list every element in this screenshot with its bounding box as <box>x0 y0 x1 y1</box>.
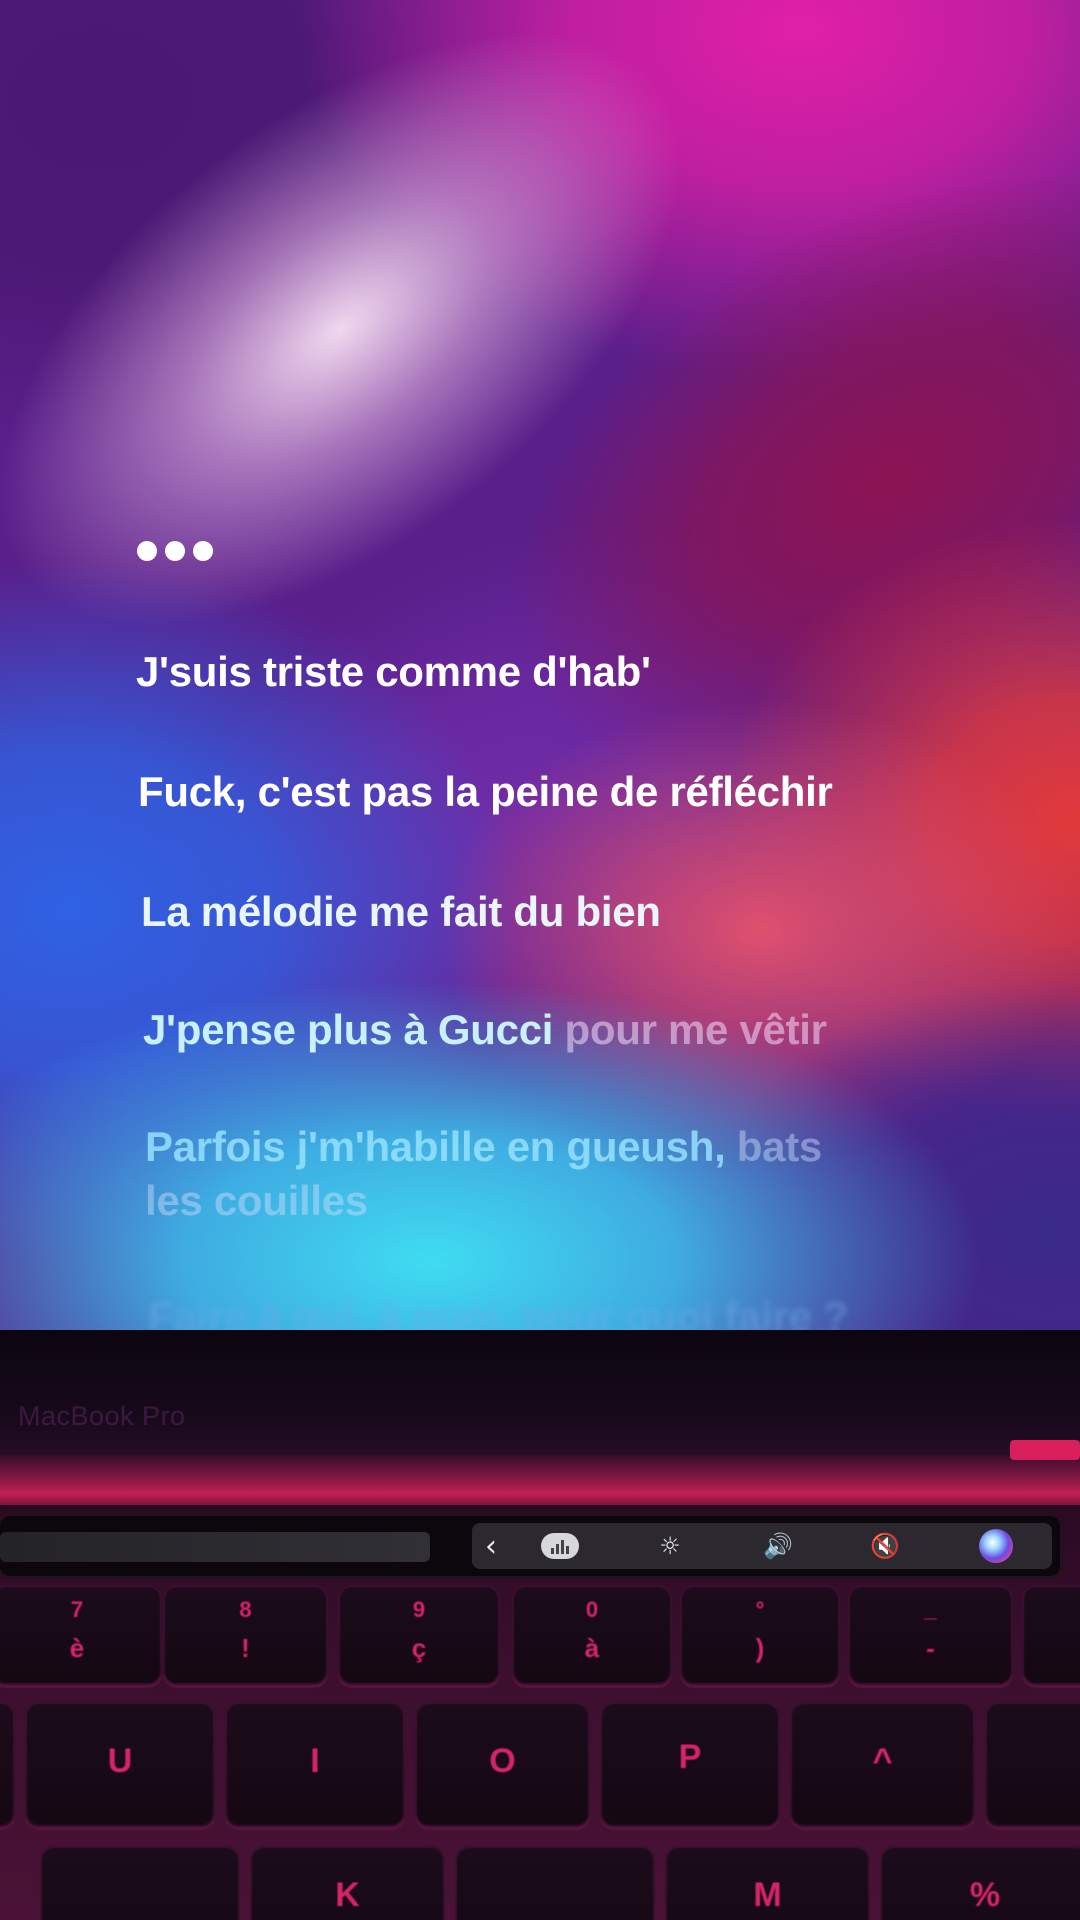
volume-icon[interactable]: 🔊 <box>755 1528 801 1564</box>
laptop-screen: J'suis triste comme d'hab' Fuck, c'est p… <box>0 0 1080 1335</box>
key-9[interactable]: 9 ç <box>338 1585 500 1685</box>
key-u[interactable]: U <box>25 1702 215 1827</box>
key-legend-bottom: ! <box>241 1633 250 1663</box>
key-underscore[interactable]: _ - <box>848 1585 1013 1685</box>
key-p[interactable]: P <box>600 1702 780 1827</box>
lyric-line-current[interactable]: J'pense plus à Gucci pour me vêtir <box>143 1003 827 1057</box>
typing-dot <box>165 541 185 561</box>
key-legend: ^ <box>872 1742 893 1780</box>
key-legend-top: 0 <box>585 1597 599 1622</box>
typing-dot <box>137 541 157 561</box>
key-legend: I <box>310 1742 320 1780</box>
key-legend-bottom: è <box>69 1633 85 1663</box>
key-0[interactable]: 0 à <box>512 1585 672 1685</box>
lyric-line-faded[interactable]: Faire à qui, à quoi, pour quoi faire ? <box>148 1290 849 1335</box>
key-partial[interactable] <box>1022 1585 1080 1685</box>
key-legend-top: 9 <box>412 1597 426 1622</box>
lyric-sung-part: Parfois j'm'habille en gueush, <box>145 1123 726 1170</box>
mute-icon[interactable]: 🔇 <box>862 1528 908 1564</box>
key-o[interactable]: O <box>415 1702 590 1827</box>
lyric-unsung-part: pour me vêtir <box>553 1006 827 1053</box>
lyrics-panel: J'suis triste comme d'hab' Fuck, c'est p… <box>0 0 1080 1335</box>
lyric-unsung-part: les couilles <box>145 1177 368 1224</box>
brightness-icon[interactable]: ☼ <box>652 1528 688 1564</box>
key-legend-bottom: à <box>584 1633 600 1663</box>
lyric-line[interactable]: La mélodie me fait du bien <box>141 885 661 939</box>
screen-bezel <box>0 1330 1080 1460</box>
key-partial[interactable] <box>455 1846 655 1920</box>
siri-orb <box>979 1529 1013 1563</box>
key-degree[interactable]: ° ) <box>680 1585 840 1685</box>
key-legend-bottom: ç <box>411 1633 427 1663</box>
key-legend-bottom: ) <box>755 1633 765 1663</box>
key-caret[interactable]: ^ <box>790 1702 975 1827</box>
equalizer-icon[interactable] <box>540 1528 580 1564</box>
chevron-left-icon[interactable]: ‹ <box>476 1528 506 1564</box>
key-7[interactable]: 7 è <box>0 1585 162 1685</box>
key-k[interactable]: K <box>250 1846 445 1920</box>
key-8[interactable]: 8 ! <box>163 1585 328 1685</box>
hinge-rim <box>1010 1440 1080 1460</box>
lyric-sung-part: J'pense plus à Gucci <box>143 1006 554 1053</box>
laptop-hinge <box>0 1455 1080 1510</box>
key-legend-top: 8 <box>239 1597 252 1622</box>
lyric-unsung-part: bats <box>725 1123 822 1170</box>
key-legend: % <box>969 1876 1001 1914</box>
key-legend-bottom: - <box>926 1633 935 1663</box>
key-legend: M <box>753 1876 782 1914</box>
key-percent[interactable]: % <box>880 1846 1080 1920</box>
photo-scene: J'suis triste comme d'hab' Fuck, c'est p… <box>0 0 1080 1920</box>
key-legend: K <box>335 1876 360 1914</box>
key-partial[interactable] <box>985 1702 1080 1827</box>
typing-indicator <box>137 541 213 561</box>
siri-icon[interactable] <box>976 1528 1016 1564</box>
key-i[interactable]: I <box>225 1702 405 1827</box>
lyric-line[interactable]: Parfois j'm'habille en gueush, bats les c… <box>145 1120 925 1228</box>
key-m[interactable]: M <box>665 1846 870 1920</box>
key-partial[interactable] <box>0 1702 15 1827</box>
key-legend: O <box>489 1742 516 1780</box>
lyric-line[interactable]: J'suis triste comme d'hab' <box>136 645 651 699</box>
typing-dot <box>193 541 213 561</box>
key-legend-top: ° <box>755 1597 765 1622</box>
key-legend: P <box>678 1738 702 1776</box>
key-legend: U <box>107 1742 133 1780</box>
key-legend-top: 7 <box>70 1597 84 1622</box>
equalizer-pill <box>541 1533 579 1559</box>
lyric-line[interactable]: Fuck, c'est pas la peine de réfléchir <box>138 765 833 819</box>
key-partial[interactable] <box>40 1846 240 1920</box>
model-label: MacBook Pro <box>18 1401 186 1431</box>
touch-bar-scrubber[interactable] <box>0 1532 430 1562</box>
key-legend-top: _ <box>924 1597 937 1622</box>
